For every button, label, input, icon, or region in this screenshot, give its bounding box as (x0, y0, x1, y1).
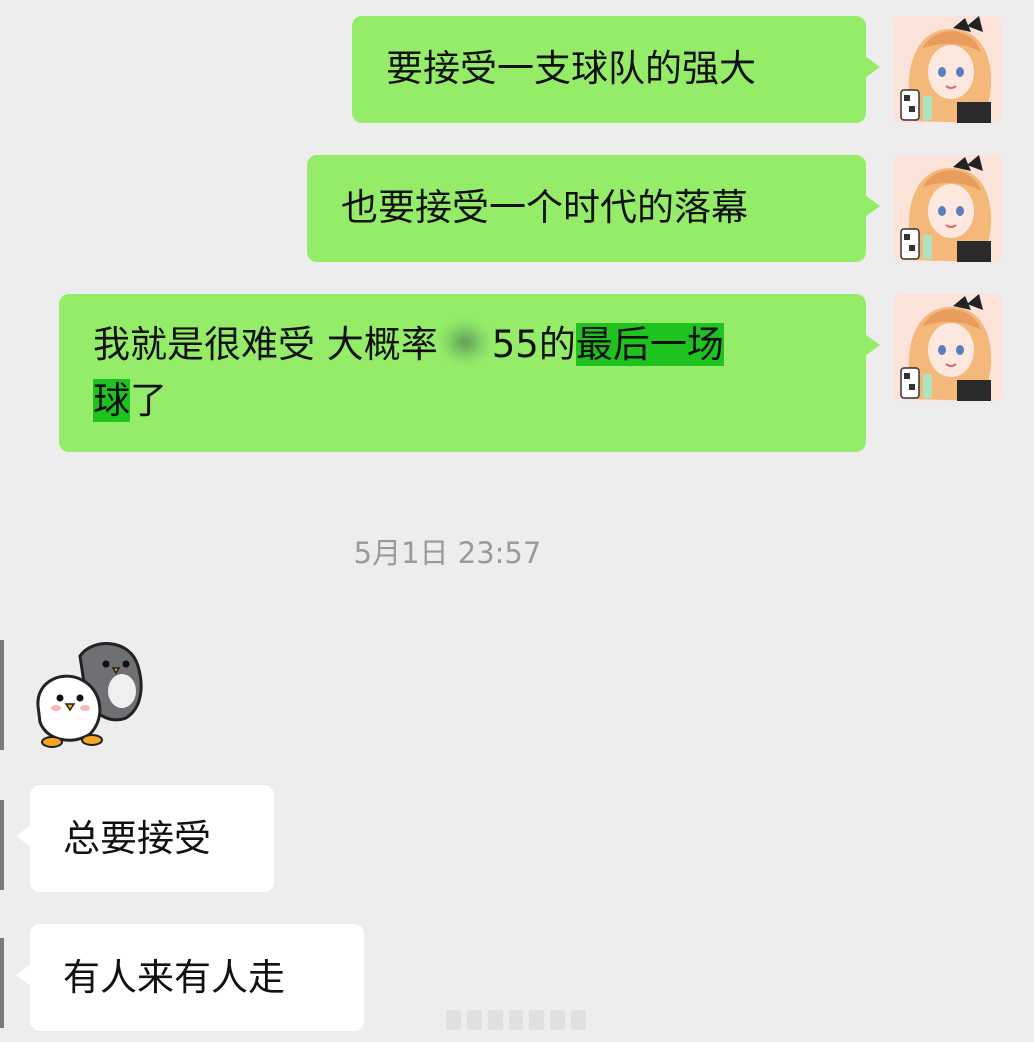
message-text: 55的 (491, 323, 576, 366)
message-timestamp: 5月1日 23:57 (353, 536, 542, 570)
message-text: 了 (130, 379, 167, 422)
user-avatar[interactable] (893, 155, 1002, 262)
user-avatar[interactable] (893, 294, 1002, 401)
message-text: 总要接受 (63, 817, 211, 860)
watermark (446, 1010, 587, 1030)
screen-edge-marker (0, 640, 4, 750)
message-text: 有人来有人走 (63, 956, 285, 999)
outgoing-message[interactable]: 也要接受一个时代的落幕 (307, 155, 880, 262)
highlighted-text: 最后一场 (575, 323, 724, 366)
redaction-blur (437, 319, 492, 365)
incoming-message[interactable]: 有人来有人走 (16, 924, 364, 1031)
message-text: 也要接受一个时代的落幕 (341, 186, 748, 229)
screen-edge-marker (0, 800, 4, 890)
incoming-message[interactable]: 总要接受 (16, 785, 274, 892)
highlighted-text: 球 (93, 379, 130, 422)
message-text: 要接受一支球队的强大 (386, 47, 756, 90)
screen-edge-marker (0, 938, 4, 1028)
outgoing-message[interactable]: 要接受一支球队的强大 (352, 16, 880, 123)
user-avatar[interactable] (893, 16, 1002, 123)
message-text: 我就是很难受 大概率 (93, 323, 438, 366)
outgoing-message[interactable]: 我就是很难受 大概率 55的最后一场球了 (59, 294, 880, 452)
penguin-sticker[interactable] (30, 636, 150, 754)
